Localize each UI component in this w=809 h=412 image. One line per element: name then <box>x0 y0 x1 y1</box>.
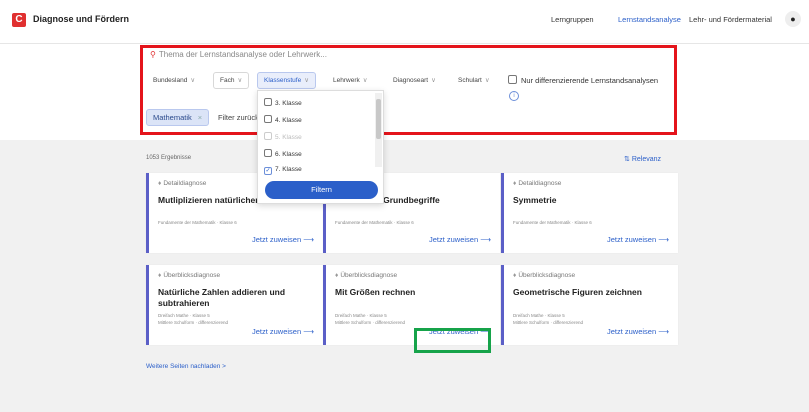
dropdown-option[interactable]: 5. Klasse <box>264 132 302 141</box>
dropdown-option[interactable]: 3. Klasse <box>264 98 302 107</box>
top-bar: C Diagnose und Fördern Lerngruppen Lerns… <box>0 0 809 44</box>
card-title: Geometrische Figuren zeichnen <box>513 287 642 297</box>
sort-icon: ⇅ <box>624 156 630 163</box>
card-meta: Dreifach Mathe · Klasse 5 <box>513 313 565 318</box>
card-meta: Dreifach Mathe · Klasse 5 <box>335 313 387 318</box>
card-type: ♦ Überblicksdiagnose <box>513 272 576 279</box>
arrow-right-icon: ⟶ <box>303 327 314 336</box>
card-meta: Mittlere Schulform · differenzierend <box>158 320 228 325</box>
assign-link[interactable]: Jetzt zuweisen ⟶ <box>429 235 491 244</box>
nav-lerngruppen[interactable]: Lerngruppen <box>551 15 594 24</box>
highlight-box-green <box>414 328 491 353</box>
checkbox-checked-icon: ✓ <box>264 167 272 175</box>
nav-lernstandsanalyse[interactable]: Lernstandsanalyse <box>618 15 681 24</box>
dropdown-option[interactable]: 4. Klasse <box>264 115 302 124</box>
card-title: Natürliche Zahlen addieren und subtrahie… <box>158 287 286 308</box>
sort-label: Relevanz <box>631 156 662 163</box>
checkbox-icon <box>264 115 272 123</box>
load-more-link[interactable]: Weitere Seiten nachladen > <box>146 363 226 370</box>
highlight-box-red <box>140 45 677 135</box>
diagnose-icon: ♦ <box>158 272 162 279</box>
diagnose-icon: ♦ <box>513 180 517 187</box>
card-title: Mit Größen rechnen <box>335 287 416 297</box>
card-meta: Dreifach Mathe · Klasse 5 <box>158 313 210 318</box>
result-card[interactable]: ♦ Überblicksdiagnose Natürliche Zahlen ad… <box>146 265 323 345</box>
result-card[interactable]: ♦ Überblicksdiagnose Geometrische Figuren… <box>501 265 678 345</box>
card-meta: Mittlere Schulform · differenzierend <box>513 320 583 325</box>
assign-link[interactable]: Jetzt zuweisen ⟶ <box>607 235 669 244</box>
assign-link[interactable]: Jetzt zuweisen ⟶ <box>252 235 314 244</box>
app-title[interactable]: Diagnose und Fördern <box>33 14 129 24</box>
sort-relevanz[interactable]: ⇅ Relevanz <box>624 155 661 163</box>
diagnose-icon: ♦ <box>158 180 162 187</box>
checkbox-icon <box>264 98 272 106</box>
card-type: ♦ Detaildiagnose <box>158 180 207 187</box>
card-type: ♦ Überblicksdiagnose <box>158 272 221 279</box>
nav-lehr-und-foerdermaterial[interactable]: Lehr- und Fördermaterial <box>689 15 772 24</box>
result-card[interactable]: ♦ Detaildiagnose Symmetrie Fundamente der… <box>501 173 678 253</box>
app-logo: C <box>12 13 26 27</box>
assign-link[interactable]: Jetzt zuweisen ⟶ <box>607 327 669 336</box>
result-count: 1053 Ergebnisse <box>146 155 192 161</box>
klassenstufe-dropdown-menu: 3. Klasse 4. Klasse 5. Klasse 6. Klasse … <box>257 90 384 204</box>
diagnose-icon: ♦ <box>513 272 517 279</box>
card-meta: Fundamente der Mathematik · Klasse 6 <box>335 220 414 225</box>
checkbox-icon <box>264 149 272 157</box>
diagnose-icon: ♦ <box>335 272 339 279</box>
arrow-right-icon: ⟶ <box>658 235 669 244</box>
checkbox-icon <box>264 132 272 140</box>
assign-link[interactable]: Jetzt zuweisen ⟶ <box>252 327 314 336</box>
scrollbar-thumb[interactable] <box>376 99 381 139</box>
card-meta: Fundamente der Mathematik · Klasse 6 <box>158 220 237 225</box>
dropdown-option[interactable]: 6. Klasse <box>264 149 302 158</box>
card-type: ♦ Detaildiagnose <box>513 180 562 187</box>
arrow-right-icon: ⟶ <box>303 235 314 244</box>
user-icon[interactable]: ● <box>785 11 801 27</box>
card-title: Symmetrie <box>513 195 557 205</box>
card-meta: Fundamente der Mathematik · Klasse 6 <box>513 220 592 225</box>
dropdown-option[interactable]: ✓ 7. Klasse <box>264 166 302 175</box>
card-meta: Mittlere Schulform · differenzierend <box>335 320 405 325</box>
filtern-button[interactable]: Filtern <box>265 181 378 199</box>
card-type: ♦ Überblicksdiagnose <box>335 272 398 279</box>
arrow-right-icon: ⟶ <box>658 327 669 336</box>
arrow-right-icon: ⟶ <box>480 235 491 244</box>
dropdown-scrollbar[interactable] <box>375 93 382 167</box>
